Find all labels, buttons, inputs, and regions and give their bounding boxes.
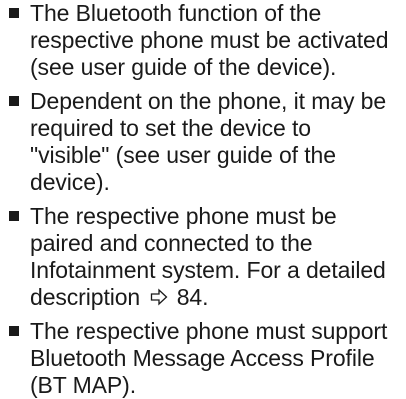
bullet-text-line: The respective phone must support [30, 318, 388, 344]
square-bullet-icon [9, 211, 19, 221]
square-bullet-icon [9, 8, 19, 18]
bullet-text-line: Dependent on the phone, it may be [30, 88, 387, 114]
bullet-text-line: The respective phone must be [30, 203, 337, 229]
square-bullet-icon [9, 96, 19, 106]
bullet-item-bluetooth-activated: The Bluetooth function of the respective… [0, 0, 406, 81]
bullet-text-line: device). [30, 169, 110, 195]
bullet-text-line: respective phone must be activated [30, 27, 389, 53]
description-word: description [30, 284, 141, 310]
bullet-text-line-with-reference: description 84. [30, 284, 406, 311]
bullet-text-line: paired and connected to the [30, 230, 313, 256]
page-reference-arrow-icon[interactable] [150, 288, 168, 306]
bullet-text-line: The Bluetooth function of the [30, 0, 322, 26]
bullet-text-line: "visible" (see user guide of the [30, 142, 336, 168]
bullet-text-line: (BT MAP). [30, 372, 137, 398]
page-reference-link[interactable]: 84. [177, 284, 209, 310]
bullet-text-line: (see user guide of the device). [30, 54, 337, 80]
requirements-list: The Bluetooth function of the respective… [0, 0, 406, 399]
bullet-text-line: Infotainment system. For a detailed [30, 257, 386, 283]
bullet-item-paired-connected: The respective phone must be paired and … [0, 203, 406, 311]
bullet-text-line: required to set the device to [30, 115, 311, 141]
square-bullet-icon [9, 326, 19, 336]
bullet-item-device-visible: Dependent on the phone, it may be requir… [0, 88, 406, 196]
bullet-text-line: Bluetooth Message Access Profile [30, 345, 375, 371]
bullet-item-bt-map-support: The respective phone must support Blueto… [0, 318, 406, 399]
